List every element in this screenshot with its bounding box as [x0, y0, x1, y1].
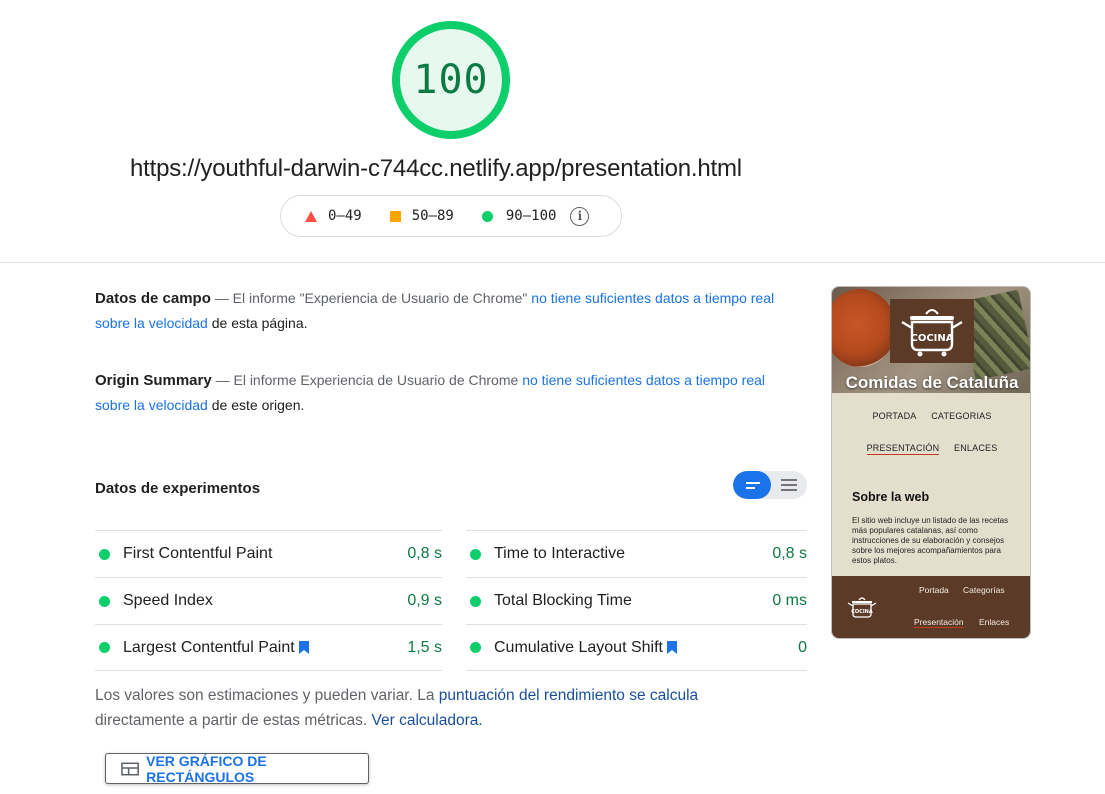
metrics-column-left: First Contentful Paint 0,8 s Speed Index 0,…: [95, 530, 442, 671]
note-text-1: Los valores son estimaciones y pueden va…: [95, 687, 435, 704]
core-web-vital-bookmark-icon: [298, 641, 309, 654]
nav-portada: PORTADA: [872, 411, 917, 421]
nav-categorias: CATEGORIAS: [931, 411, 992, 421]
view-treemap-button[interactable]: VER GRÁFICO DE RECTÁNGULOS: [105, 752, 369, 785]
metric-row: Cumulative Layout Shift 0: [466, 624, 807, 671]
pass-circle-icon: [99, 642, 110, 653]
metric-name: Time to Interactive: [494, 545, 626, 562]
metric-row: Largest Contentful Paint 1,5 s: [95, 624, 442, 671]
svg-text:COCINA: COCINA: [910, 333, 953, 344]
metric-row: Speed Index 0,9 s: [95, 577, 442, 624]
page-url: https://youthful-darwin-c744cc.netlify.a…: [130, 155, 742, 182]
footer-presentacion: Presentación: [914, 617, 964, 628]
calculator-link[interactable]: Ver calculadora.: [372, 712, 483, 729]
pass-circle-icon: [470, 595, 481, 607]
site-heading: Sobre la web: [852, 490, 930, 504]
origin-summary-text: — El informe Experiencia de Usuario de C…: [215, 372, 519, 388]
site-title: Comidas de Cataluña: [845, 373, 1019, 392]
cooking-pot-icon: COCINA: [901, 309, 963, 357]
metric-name: First Contentful Paint: [123, 545, 273, 562]
sauce-bowl-image: [832, 289, 896, 367]
legend-pass-label: 90–100: [505, 208, 557, 224]
core-web-vital-bookmark-icon: [666, 641, 677, 654]
metric-row: Time to Interactive 0,8 s: [466, 530, 807, 577]
metric-name: Cumulative Layout Shift: [494, 639, 677, 657]
metric-row: First Contentful Paint 0,8 s: [95, 530, 442, 577]
metric-value: 1,5 s: [407, 638, 442, 656]
field-data-section: Datos de campo — El informe "Experiencia…: [95, 286, 775, 336]
pass-circle-icon: [470, 642, 481, 653]
summary-view-icon[interactable]: [733, 471, 771, 499]
info-icon[interactable]: i: [570, 206, 590, 226]
red-triangle-icon: [305, 210, 317, 222]
legend-average: 50–89: [389, 208, 454, 224]
legend-pass: 90–100: [481, 208, 557, 224]
legend-fail: 0–49: [305, 208, 362, 224]
field-data-title: Datos de campo: [95, 290, 211, 307]
performance-score-gauge: 100: [389, 18, 513, 142]
site-nav-row-2: PRESENTACIÓN ENLACES: [832, 443, 1030, 455]
origin-summary-rest: de este origen.: [211, 397, 305, 413]
footer-categorias: Categorías: [963, 585, 1005, 595]
origin-summary-title: Origin Summary: [95, 372, 212, 389]
pass-circle-icon: [99, 595, 110, 607]
note-text-2: directamente a partir de estas métricas.: [95, 712, 368, 729]
cocina-logo: COCINA: [890, 299, 974, 363]
expanded-view-icon[interactable]: [771, 471, 807, 499]
view-treemap-label: VER GRÁFICO DE RECTÁNGULOS: [146, 752, 267, 785]
lab-data-title: Datos de experimentos: [95, 480, 261, 497]
metric-value: 0,8 s: [407, 545, 442, 562]
field-data-text: — El informe "Experiencia de Usuario de …: [214, 290, 528, 306]
field-data-rest: de esta página.: [211, 315, 308, 331]
site-paragraph: El sitio web incluye un listado de las r…: [852, 516, 1009, 565]
green-circle-icon: [481, 210, 493, 222]
legend-fail-label: 0–49: [328, 208, 362, 224]
metric-name: Speed Index: [123, 592, 213, 609]
footer-enlaces: Enlaces: [979, 617, 1010, 627]
footer-pot-icon: COCINA: [847, 597, 877, 618]
metrics-view-toggle[interactable]: [733, 471, 807, 499]
metric-value: 0 ms: [772, 592, 807, 609]
metric-name: Total Blocking Time: [494, 592, 632, 609]
metric-value: 0: [798, 638, 807, 656]
nav-presentacion: PRESENTACIÓN: [866, 443, 940, 455]
metrics-note: Los valores son estimaciones y pueden va…: [95, 683, 815, 733]
score-legend: 0–49 50–89 90–100 i: [280, 195, 622, 237]
site-footer: COCINA Portada Categorías Presentación E…: [832, 576, 1030, 638]
metric-value: 0,8 s: [772, 545, 807, 562]
final-screenshot: COCINA Comidas de Cataluña PORTADA CATEG…: [831, 286, 1031, 639]
site-nav-row-1: PORTADA CATEGORIAS: [832, 411, 1030, 421]
metric-name: Largest Contentful Paint: [123, 639, 309, 657]
score-calc-link[interactable]: puntuación del rendimiento se calcula: [439, 687, 698, 704]
pass-circle-icon: [470, 548, 481, 560]
orange-square-icon: [389, 210, 401, 222]
treemap-icon: [121, 762, 139, 775]
legend-average-label: 50–89: [411, 208, 454, 224]
nav-enlaces: ENLACES: [954, 443, 998, 453]
metric-row: Total Blocking Time 0 ms: [466, 577, 807, 624]
metric-value: 0,9 s: [407, 592, 442, 609]
section-divider: [0, 262, 1105, 263]
footer-portada: Portada: [919, 585, 949, 595]
origin-summary-section: Origin Summary — El informe Experiencia …: [95, 368, 775, 418]
metrics-column-right: Time to Interactive 0,8 s Total Blocking T…: [466, 530, 807, 671]
score-value: 100: [413, 57, 489, 103]
pass-circle-icon: [99, 548, 110, 560]
svg-text:COCINA: COCINA: [851, 609, 873, 615]
